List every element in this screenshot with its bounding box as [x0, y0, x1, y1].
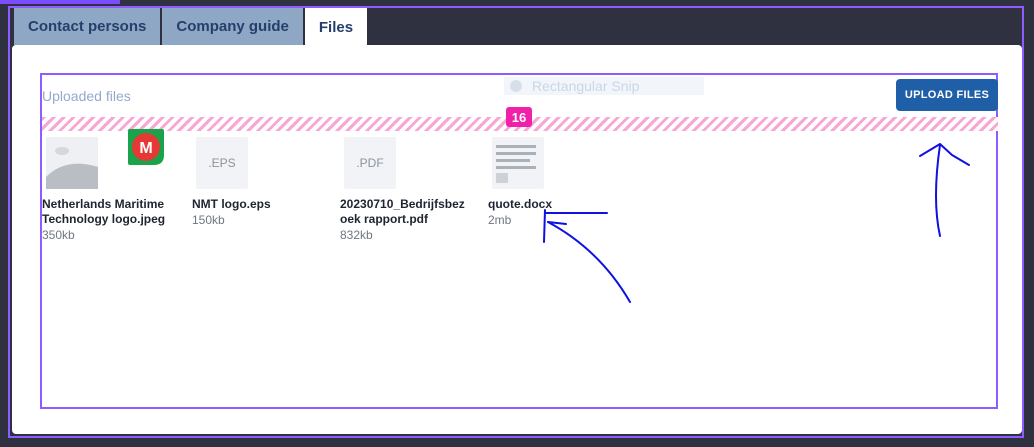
snip-icon — [510, 80, 522, 92]
section-title: Uploaded files — [42, 88, 131, 104]
avatar-letter: M — [139, 140, 152, 157]
file-size: 350kb — [42, 228, 75, 242]
top-accent-bar — [0, 0, 120, 4]
tab-bar: Contact persons Company guide Files — [14, 8, 369, 46]
tab-files[interactable]: Files — [304, 8, 368, 46]
file-item[interactable]: .PDF 20230710_Bedrijfsbezoek rapport.pdf… — [340, 137, 472, 242]
file-size: 2mb — [488, 213, 512, 227]
file-item[interactable]: quote.docx 2mb — [488, 137, 620, 227]
upload-files-button[interactable]: UPLOAD FILES — [896, 79, 998, 111]
file-item[interactable]: Netherlands Maritime Technology logo.jpe… — [42, 129, 174, 242]
tab-content: Uploaded files Rectangular Snip UPLOAD F… — [12, 45, 1022, 434]
document-icon — [492, 137, 544, 189]
user-avatar[interactable]: M — [126, 127, 166, 167]
eps-file-icon: .EPS — [196, 137, 248, 189]
tab-contact-persons[interactable]: Contact persons — [14, 8, 161, 45]
tab-company-guide[interactable]: Company guide — [162, 8, 303, 45]
file-list: Netherlands Maritime Technology logo.jpe… — [42, 129, 998, 257]
file-name[interactable]: NMT logo.eps — [192, 197, 320, 212]
snip-label: Rectangular Snip — [532, 78, 640, 94]
file-name[interactable]: quote.docx — [488, 197, 616, 212]
file-size: 832kb — [340, 228, 373, 242]
file-size: 150kb — [192, 213, 225, 227]
pdf-file-icon: .PDF — [344, 137, 396, 189]
rectangular-snip-overlay: Rectangular Snip — [504, 77, 704, 95]
count-badge: 16 — [506, 107, 532, 127]
file-item[interactable]: .EPS NMT logo.eps 150kb — [192, 137, 324, 227]
panel-frame: Contact persons Company guide Files Uplo… — [8, 6, 1024, 438]
file-name[interactable]: Netherlands Maritime Technology logo.jpe… — [42, 197, 170, 227]
files-section: Uploaded files Rectangular Snip UPLOAD F… — [40, 73, 998, 409]
image-icon — [46, 137, 98, 189]
file-name[interactable]: 20230710_Bedrijfsbezoek rapport.pdf — [340, 197, 468, 227]
